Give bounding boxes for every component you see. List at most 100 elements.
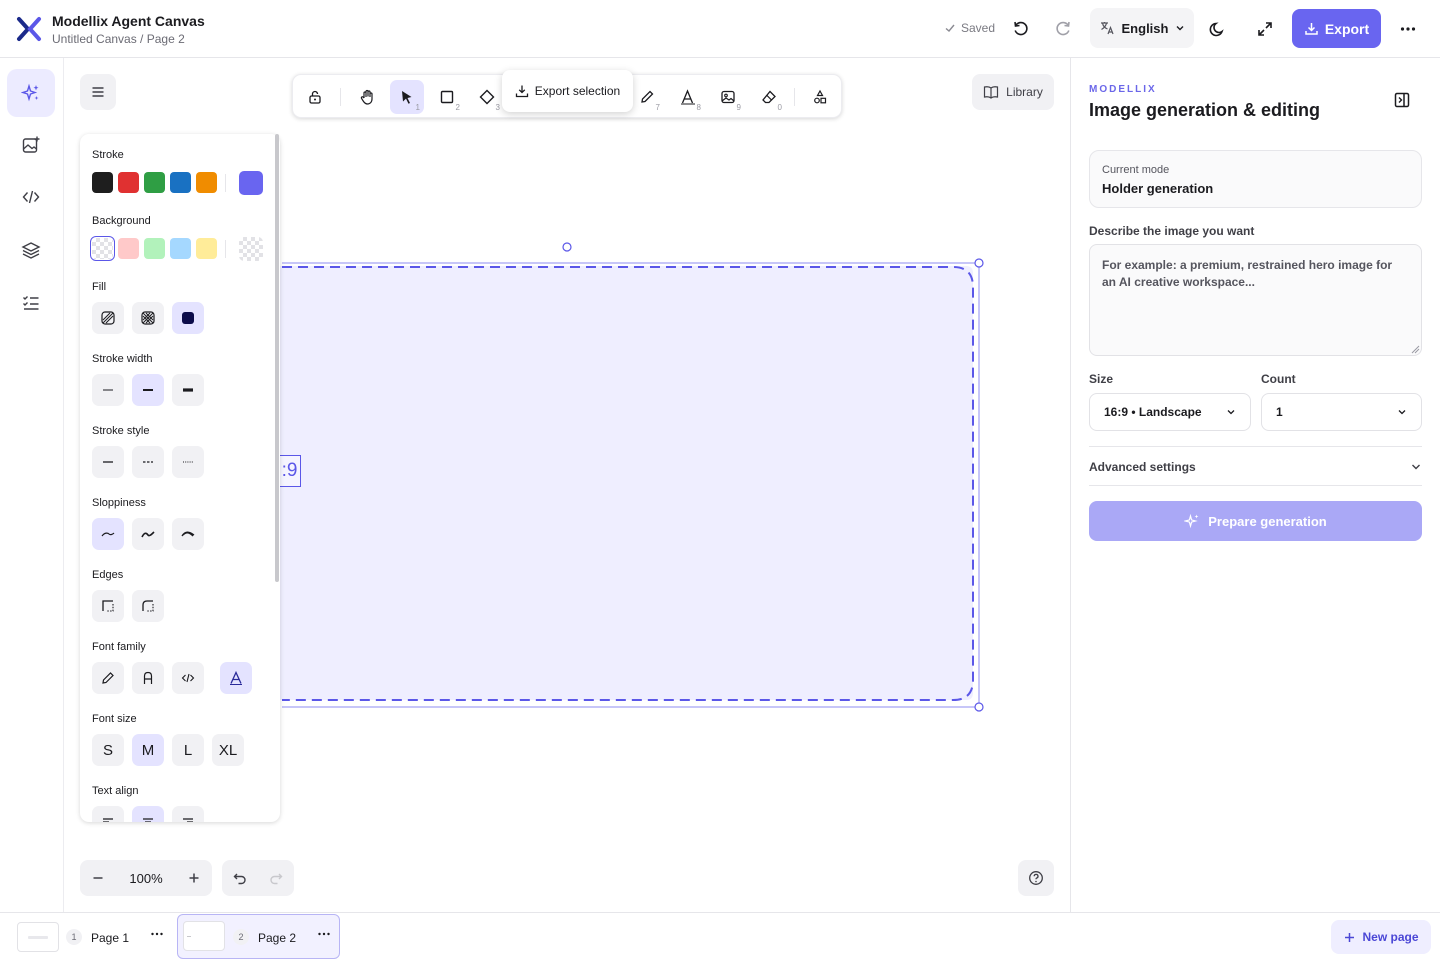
zoom-out-button[interactable] [80, 860, 116, 896]
eraser-tool[interactable]: 0 [752, 80, 786, 114]
font-code-option[interactable] [172, 662, 204, 694]
sloppiness-artist-option[interactable] [132, 518, 164, 550]
count-value: 1 [1276, 405, 1283, 419]
stroke-style-solid-option[interactable] [92, 446, 124, 478]
selected-shape[interactable] [270, 238, 986, 714]
background-swatch[interactable] [196, 238, 217, 259]
redo-history-button[interactable] [1048, 14, 1078, 44]
font-size-xl-option[interactable]: XL [212, 734, 244, 766]
stroke-swatch[interactable] [170, 172, 191, 193]
properties-scrollbar[interactable] [275, 134, 279, 582]
page-tab-page-1[interactable]: Page 1 [91, 931, 129, 945]
diamond-tool[interactable]: 3 [470, 80, 504, 114]
font-normal-option[interactable] [132, 662, 164, 694]
rail-ai-generate[interactable] [7, 69, 55, 117]
background-swatch[interactable] [170, 238, 191, 259]
translate-icon [1099, 20, 1115, 36]
stroke-style-dotted-option[interactable] [172, 446, 204, 478]
eraser-icon [762, 90, 776, 104]
prepare-generation-button[interactable]: Prepare generation [1089, 501, 1422, 541]
font-size-s-option[interactable]: S [92, 734, 124, 766]
undo-history-button[interactable] [1006, 14, 1036, 44]
sloppiness-cartoonist-option[interactable] [172, 518, 204, 550]
font-sans-option[interactable] [220, 662, 252, 694]
font-hand-drawn-option[interactable] [92, 662, 124, 694]
size-select[interactable]: 16:9 • Landscape [1089, 393, 1251, 431]
more-menu-button[interactable] [1393, 14, 1423, 44]
fill-solid-option[interactable] [172, 302, 204, 334]
edges-sharp-option[interactable] [92, 590, 124, 622]
background-current-color[interactable] [239, 237, 263, 261]
text-align-right-option[interactable] [172, 806, 204, 822]
help-circle-icon [1029, 871, 1043, 885]
code-icon [22, 190, 40, 204]
text-align-center-option[interactable] [132, 806, 164, 822]
stroke-width-thin-option[interactable] [92, 374, 124, 406]
breadcrumb[interactable]: Untitled Canvas / Page 2 [52, 32, 185, 46]
zoom-value[interactable]: 100% [118, 871, 174, 886]
rail-layers[interactable] [7, 226, 55, 274]
rail-task-list[interactable] [7, 279, 55, 327]
background-swatch[interactable] [118, 238, 139, 259]
count-select[interactable]: 1 [1261, 393, 1422, 431]
text-tool[interactable]: 8 [671, 80, 705, 114]
fullscreen-button[interactable] [1250, 14, 1280, 44]
stroke-current-color[interactable] [239, 171, 263, 195]
image-tool[interactable]: 9 [711, 80, 745, 114]
mode-label: Current mode [1102, 164, 1170, 176]
stroke-swatch[interactable] [144, 172, 165, 193]
draw-tool[interactable]: 7 [630, 80, 664, 114]
stroke-swatch[interactable] [92, 172, 113, 193]
advanced-settings-toggle[interactable]: Advanced settings [1089, 458, 1422, 476]
selection-tool[interactable]: 1 [390, 80, 424, 114]
pencil-icon [102, 672, 114, 684]
theme-toggle-button[interactable] [1203, 14, 1233, 44]
prompt-textarea[interactable]: For example: a premium, restrained hero … [1089, 244, 1422, 356]
stroke-width-bold-option[interactable] [132, 374, 164, 406]
collapse-panel-button[interactable] [1388, 86, 1416, 114]
page-more-button[interactable] [150, 927, 164, 941]
stroke-swatch[interactable] [118, 172, 139, 193]
language-selector[interactable]: English [1090, 8, 1194, 48]
placeholder-label[interactable]: :9 [278, 455, 301, 487]
background-label: Background [92, 215, 151, 227]
font-size-m-option[interactable]: M [132, 734, 164, 766]
font-size-l-option[interactable]: L [172, 734, 204, 766]
rail-image-edit[interactable] [7, 121, 55, 169]
zoom-in-button[interactable] [176, 860, 212, 896]
undo-button[interactable] [222, 860, 258, 896]
fill-cross-hatch-option[interactable] [132, 302, 164, 334]
lock-tool[interactable] [298, 80, 332, 114]
line-extra-bold-icon [183, 388, 193, 392]
page-thumbnail[interactable] [183, 921, 225, 951]
rail-code[interactable] [7, 173, 55, 221]
page-thumbnail[interactable] [17, 922, 59, 952]
redo-button[interactable] [258, 860, 294, 896]
fill-hachure-option[interactable] [92, 302, 124, 334]
background-swatch[interactable] [144, 238, 165, 259]
page-more-button[interactable] [317, 927, 331, 941]
text-align-left-option[interactable] [92, 806, 124, 822]
export-selection-button[interactable]: Export selection [502, 70, 633, 112]
sparkles-icon [1184, 513, 1200, 529]
stroke-width-extra-bold-option[interactable] [172, 374, 204, 406]
rotate-left-icon [1014, 21, 1028, 36]
text-align-label: Text align [92, 785, 139, 797]
background-swatch[interactable] [90, 236, 115, 261]
main-menu-button[interactable] [80, 74, 116, 110]
edges-round-option[interactable] [132, 590, 164, 622]
stroke-style-dashed-option[interactable] [132, 446, 164, 478]
stroke-swatch[interactable] [196, 172, 217, 193]
resize-handle-icon[interactable] [1410, 344, 1420, 354]
library-button[interactable]: Library [972, 74, 1054, 110]
rectangle-tool[interactable]: 2 [430, 80, 464, 114]
new-page-button[interactable]: New page [1331, 920, 1431, 954]
page-tab-page-2[interactable]: Page 2 [258, 931, 296, 945]
help-button[interactable] [1018, 860, 1054, 896]
export-button[interactable]: Export [1292, 9, 1381, 48]
hand-tool[interactable] [351, 80, 385, 114]
more-shapes-tool[interactable] [803, 80, 837, 114]
properties-panel: Stroke Background Fill Stroke width Stro… [80, 134, 280, 822]
export-selection-label: Export selection [534, 84, 621, 98]
sloppiness-architect-option[interactable] [92, 518, 124, 550]
